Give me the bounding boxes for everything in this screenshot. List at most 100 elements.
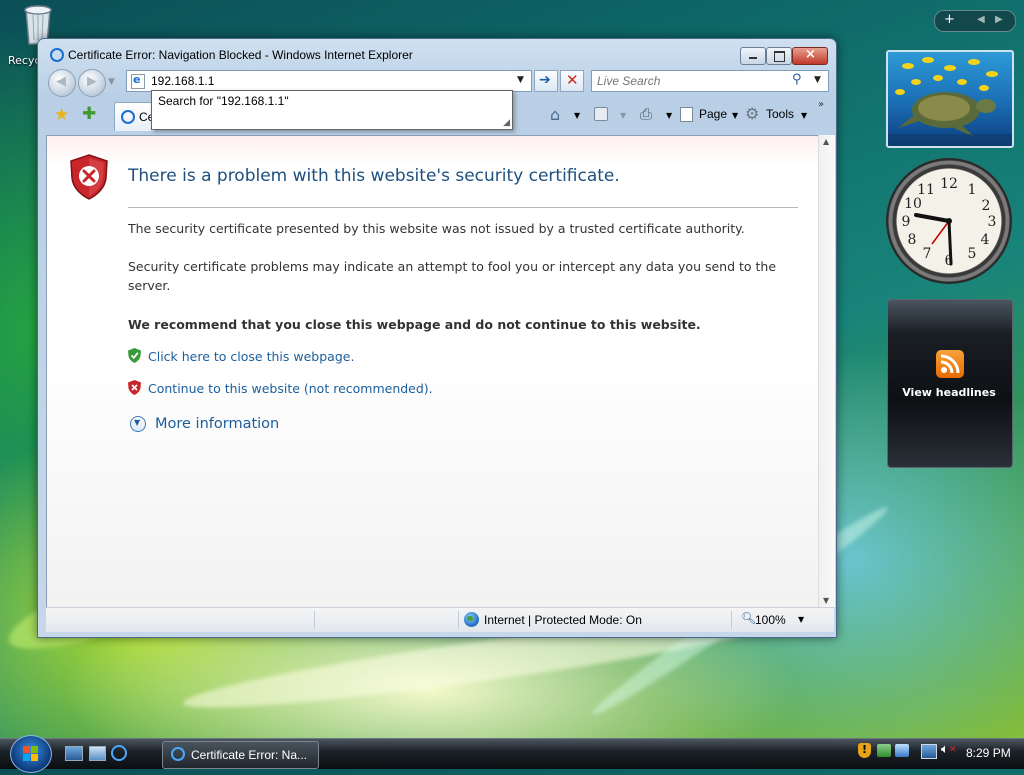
continue-website-link[interactable]: Continue to this website (not recommende… [148, 381, 433, 396]
start-button[interactable] [10, 735, 52, 773]
svg-text:2: 2 [982, 198, 991, 214]
more-commands-icon[interactable]: » [818, 99, 824, 110]
slideshow-gadget[interactable] [886, 50, 1014, 148]
svg-text:8: 8 [908, 232, 917, 248]
page-icon: e [131, 73, 145, 89]
feed-headlines-gadget[interactable] [887, 299, 1013, 468]
page-title: There is a problem with this website's s… [128, 166, 620, 186]
ie-launch-icon[interactable] [111, 745, 127, 761]
maximize-button[interactable] [766, 47, 792, 65]
tools-menu[interactable]: Tools [766, 107, 794, 121]
sidebar-controls[interactable]: + ◀ ▶ [934, 10, 1016, 32]
switch-windows-icon[interactable] [89, 746, 106, 761]
search-box[interactable]: ⚲ ▼ [591, 70, 829, 92]
svg-text:11: 11 [917, 182, 935, 198]
zoom-level[interactable]: 100% [755, 613, 786, 627]
explanation-paragraph: The security certificate presented by th… [128, 221, 745, 236]
clock-gadget[interactable]: 12 1 2 345 678 9 10 11 [886, 158, 1012, 284]
svg-text:3: 3 [988, 214, 997, 230]
close-window-button[interactable]: × [792, 47, 828, 65]
more-information-link[interactable]: More information [155, 416, 279, 432]
svg-text:10: 10 [904, 196, 922, 212]
print-icon[interactable]: ⎙ [640, 105, 652, 123]
resize-grip-icon[interactable]: ◢ [503, 118, 510, 128]
window-title: Certificate Error: Navigation Blocked - … [68, 48, 413, 62]
address-dropdown-icon[interactable]: ▼ [517, 75, 524, 85]
back-button[interactable]: ◀ [48, 69, 76, 97]
volume-muted-icon[interactable]: 🔈︎ ✕ [941, 742, 957, 757]
security-warning-icon[interactable]: ! [858, 743, 871, 758]
expand-more-info-icon[interactable]: ▼ [130, 416, 146, 432]
system-clock[interactable]: 8:29 PM [966, 746, 1011, 760]
search-input[interactable] [597, 74, 777, 88]
chevron-left-icon[interactable]: ◀ [977, 14, 985, 25]
ie-tab-icon [121, 110, 135, 124]
stop-button[interactable]: ✕ [560, 70, 584, 92]
arrow-right-icon: ▶ [87, 74, 97, 89]
feeds-dropdown-icon[interactable]: ▼ [620, 111, 626, 120]
home-dropdown-icon[interactable]: ▼ [574, 111, 580, 120]
taskbar-window-title: Certificate Error: Na... [191, 748, 308, 762]
forward-button[interactable]: ▶ [78, 69, 106, 97]
svg-text:4: 4 [981, 232, 990, 248]
red-shield-icon [128, 380, 141, 398]
go-arrow-icon: ➔ [539, 72, 551, 88]
vertical-scrollbar[interactable]: ▲ ▼ [818, 135, 835, 607]
search-icon[interactable]: ⚲ [792, 72, 802, 87]
zoom-icon: 🔍︎ [741, 611, 757, 625]
green-shield-icon [128, 348, 141, 366]
windows-logo-icon [23, 746, 38, 761]
recommendation-text: We recommend that you close this webpage… [128, 317, 701, 332]
page-menu[interactable]: Page [699, 107, 727, 121]
svg-text:1: 1 [968, 182, 977, 198]
address-autocomplete[interactable]: Search for "192.168.1.1" ◢ [151, 90, 513, 130]
warning-paragraph: Security certificate problems may indica… [128, 259, 777, 293]
view-headlines-label[interactable]: View headlines [887, 386, 1011, 399]
page-menu-icon [680, 107, 693, 122]
network-icon[interactable] [921, 744, 937, 759]
status-divider [731, 611, 732, 629]
search-options-icon[interactable]: ▼ [814, 75, 821, 85]
scroll-up-icon[interactable]: ▲ [823, 137, 829, 146]
globe-icon [464, 612, 479, 627]
close-webpage-link[interactable]: Click here to close this webpage. [148, 349, 354, 364]
close-icon: × [805, 47, 816, 62]
show-desktop-icon[interactable] [65, 746, 83, 761]
ie-task-icon [171, 747, 185, 761]
gear-icon: ⚙ [745, 104, 760, 123]
status-bar: Internet | Protected Mode: On 🔍︎ 100% ▼ [46, 607, 834, 632]
recent-pages-dropdown[interactable]: ▼ [108, 77, 115, 87]
tray-icon[interactable] [895, 744, 909, 757]
home-icon[interactable]: ⌂ [550, 105, 560, 124]
taskbar-ie-window-button[interactable]: Certificate Error: Na... [162, 741, 319, 769]
autocomplete-suggestion[interactable]: Search for "192.168.1.1" [158, 94, 289, 108]
zoom-dropdown-icon[interactable]: ▼ [798, 615, 804, 624]
page-dropdown-icon[interactable]: ▼ [732, 111, 738, 120]
tab-certificate-error[interactable]: Ce [114, 102, 156, 131]
scroll-down-icon[interactable]: ▼ [823, 596, 829, 605]
svg-text:7: 7 [923, 246, 932, 262]
divider [128, 207, 798, 208]
minimize-button[interactable] [740, 47, 766, 65]
recycle-bin-label: Recyc [8, 54, 41, 67]
svg-text:12: 12 [940, 176, 958, 192]
tools-dropdown-icon[interactable]: ▼ [801, 111, 807, 120]
page-content: There is a problem with this website's s… [46, 135, 820, 609]
arrow-left-icon: ◀ [56, 74, 66, 89]
tray-icon[interactable] [877, 744, 891, 757]
stop-icon: ✕ [566, 71, 579, 89]
chevron-right-icon[interactable]: ▶ [995, 14, 1003, 25]
address-input[interactable] [151, 74, 511, 88]
favorites-center-icon[interactable]: ★ [54, 105, 69, 125]
security-zone[interactable]: Internet | Protected Mode: On [484, 613, 642, 627]
feeds-icon[interactable] [594, 107, 608, 121]
ie-window: Certificate Error: Navigation Blocked - … [37, 38, 837, 638]
go-button[interactable]: ➔ [534, 70, 558, 92]
address-bar[interactable]: e ▼ [126, 70, 532, 92]
add-favorites-icon[interactable]: ✚ [82, 104, 96, 124]
print-dropdown-icon[interactable]: ▼ [666, 111, 672, 120]
add-gadget-icon[interactable]: + [944, 12, 955, 27]
rss-icon [936, 350, 964, 378]
svg-text:5: 5 [968, 246, 977, 262]
status-divider [314, 611, 315, 629]
